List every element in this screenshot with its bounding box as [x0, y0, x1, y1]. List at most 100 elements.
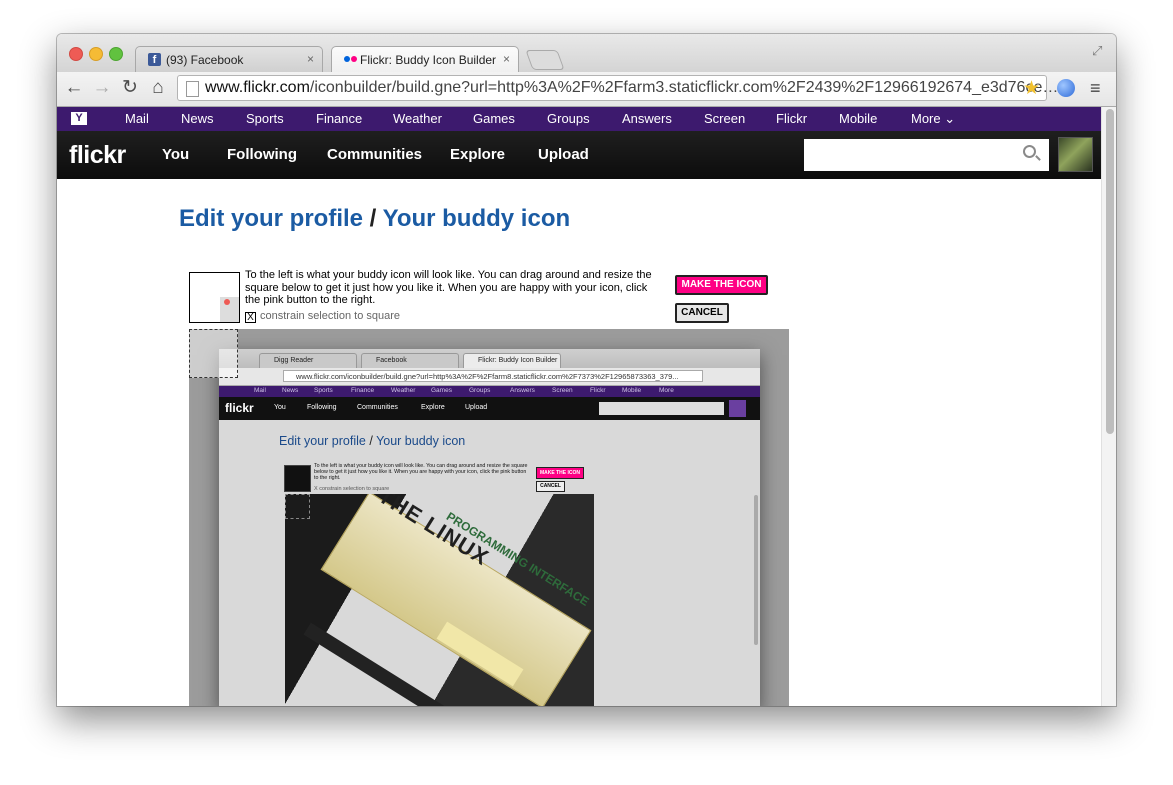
nav-upload[interactable]: Upload	[538, 146, 589, 163]
constrain-label: constrain selection to square	[260, 310, 401, 322]
inner-nav: Explore	[421, 404, 445, 411]
source-image: Digg Reader Facebook Flickr: Buddy Icon …	[219, 349, 760, 706]
buddy-icon-link[interactable]: Your buddy icon	[383, 205, 571, 232]
browser-toolbar: ← → ↻ ⌂ www.flickr.com/iconbuilder/build…	[57, 72, 1116, 107]
constrain-option[interactable]: Xconstrain selection to square	[245, 310, 400, 323]
home-icon[interactable]: ⌂	[147, 77, 169, 99]
zoom-window-button[interactable]	[109, 47, 123, 61]
yahoo-link-flickr[interactable]: Flickr	[776, 111, 807, 126]
page-scrollbar[interactable]	[1101, 107, 1116, 706]
yahoo-bar: Y Mail News Sports Finance Weather Games…	[57, 107, 1101, 131]
image-crop-area[interactable]: Digg Reader Facebook Flickr: Buddy Icon …	[189, 329, 789, 706]
constrain-checkbox[interactable]: X	[245, 312, 256, 323]
book-photo: THE LINUX PROGRAMMING INTERFACE	[285, 494, 594, 706]
inner-tab: Digg Reader	[259, 353, 357, 368]
yahoo-link-games[interactable]: Games	[473, 111, 515, 126]
inner-ylink: Games	[431, 387, 452, 394]
nav-communities[interactable]: Communities	[327, 146, 422, 163]
tab-flickr-buddy-icon-builder[interactable]: Flickr: Buddy Icon Builder ×	[331, 46, 519, 72]
flickr-nav-bar: flickr You Following Communities Explore…	[57, 131, 1101, 179]
flickr-logo[interactable]: flickr	[69, 141, 126, 170]
inner-instructions: To the left is what your buddy icon will…	[314, 463, 528, 482]
nav-following[interactable]: Following	[227, 146, 297, 163]
page-icon	[186, 81, 199, 97]
title-bar: f (93) Facebook × Flickr: Buddy Icon Bui…	[57, 34, 1116, 72]
back-icon[interactable]: ←	[63, 77, 85, 99]
avatar[interactable]	[1058, 137, 1093, 172]
facebook-icon: f	[148, 53, 161, 66]
close-window-button[interactable]	[69, 47, 83, 61]
inner-page-body: Edit your profile / Your buddy icon To t…	[219, 420, 760, 706]
heading-separator: /	[363, 205, 383, 232]
search-input[interactable]	[804, 139, 1049, 171]
edit-profile-link[interactable]: Edit your profile	[179, 205, 363, 232]
browser-window: f (93) Facebook × Flickr: Buddy Icon Bui…	[57, 34, 1116, 706]
tab-facebook[interactable]: f (93) Facebook ×	[135, 46, 323, 72]
yahoo-logo[interactable]: Y	[71, 112, 87, 125]
inner-tab: Flickr: Buddy Icon Builder	[463, 353, 561, 368]
fullscreen-icon[interactable]: ⤢	[1092, 44, 1106, 58]
inner-cancel-button: CANCEL	[536, 481, 565, 492]
make-icon-button[interactable]: MAKE THE ICON	[675, 275, 768, 295]
inner-logo: flickr	[225, 401, 254, 415]
crop-selection-square[interactable]	[189, 329, 238, 378]
bookmark-star-icon[interactable]: ★	[1023, 77, 1040, 100]
yahoo-link-news[interactable]: News	[181, 111, 214, 126]
reload-icon[interactable]: ↻	[119, 77, 141, 99]
inner-nav: Communities	[357, 404, 398, 411]
search-icon[interactable]	[1023, 145, 1036, 158]
yahoo-link-weather[interactable]: Weather	[393, 111, 442, 126]
inner-tab: Facebook	[361, 353, 459, 368]
minimize-window-button[interactable]	[89, 47, 103, 61]
address-bar[interactable]: www.flickr.com/iconbuilder/build.gne?url…	[177, 75, 1058, 101]
address-url[interactable]: www.flickr.com/iconbuilder/build.gne?url…	[205, 79, 1058, 97]
tab-close-icon[interactable]: ×	[307, 52, 314, 66]
yahoo-link-screen[interactable]: Screen	[704, 111, 745, 126]
inner-make-button: MAKE THE ICON	[536, 467, 584, 479]
yahoo-link-finance[interactable]: Finance	[316, 111, 362, 126]
menu-icon[interactable]: ≡	[1090, 78, 1101, 99]
inner-ylink: Mail	[254, 387, 266, 394]
inner-constrain: X constrain selection to square	[314, 486, 390, 492]
inner-toolbar: www.flickr.com/iconbuilder/build.gne?url…	[219, 368, 760, 386]
page-title: Edit your profile / Your buddy icon	[179, 205, 570, 233]
inner-avatar	[729, 400, 746, 417]
yahoo-link-more[interactable]: More ⌄	[911, 111, 955, 127]
inner-heading: Edit your profile / Your buddy icon	[279, 434, 466, 448]
tab-title: (93) Facebook	[166, 53, 244, 67]
preview-thumbnail	[220, 297, 239, 322]
scrollbar-thumb[interactable]	[1106, 109, 1114, 434]
inner-ylink: Weather	[391, 387, 416, 394]
yahoo-link-answers[interactable]: Answers	[622, 111, 672, 126]
inner-ylink: Flickr	[590, 387, 606, 394]
nav-you[interactable]: You	[162, 146, 189, 163]
inner-ylink: Mobile	[622, 387, 642, 394]
new-tab-button[interactable]	[525, 50, 565, 70]
forward-icon[interactable]: →	[91, 77, 113, 99]
instructions-text: To the left is what your buddy icon will…	[245, 269, 652, 306]
yahoo-link-groups[interactable]: Groups	[547, 111, 590, 126]
page-viewport: Y Mail News Sports Finance Weather Games…	[57, 107, 1101, 706]
yahoo-link-sports[interactable]: Sports	[246, 111, 284, 126]
inner-yahoo-bar: Mail News Sports Finance Weather Games G…	[219, 386, 760, 397]
tab-title: Flickr: Buddy Icon Builder	[360, 53, 497, 67]
inner-title-bar: Digg Reader Facebook Flickr: Buddy Icon …	[219, 349, 760, 368]
inner-address-bar: www.flickr.com/iconbuilder/build.gne?url…	[283, 370, 703, 382]
inner-nav: You	[274, 404, 286, 411]
cancel-button[interactable]: CANCEL	[675, 303, 729, 323]
inner-ylink: Finance	[351, 387, 375, 394]
yahoo-link-mail[interactable]: Mail	[125, 111, 149, 126]
inner-flickr-bar: flickr You Following Communities Explore…	[219, 397, 760, 420]
inner-ylink: Sports	[314, 387, 333, 394]
nav-explore[interactable]: Explore	[450, 146, 505, 163]
tab-close-icon[interactable]: ×	[503, 52, 510, 66]
inner-ylink: Screen	[552, 387, 573, 394]
inner-search	[599, 402, 724, 415]
globe-extension-icon[interactable]	[1057, 79, 1075, 97]
inner-ylink: Answers	[510, 387, 535, 394]
inner-ylink: Groups	[469, 387, 491, 394]
inner-nav: Following	[307, 404, 337, 411]
inner-scrollbar	[754, 495, 758, 645]
yahoo-link-mobile[interactable]: Mobile	[839, 111, 877, 126]
inner-selection	[285, 494, 310, 519]
